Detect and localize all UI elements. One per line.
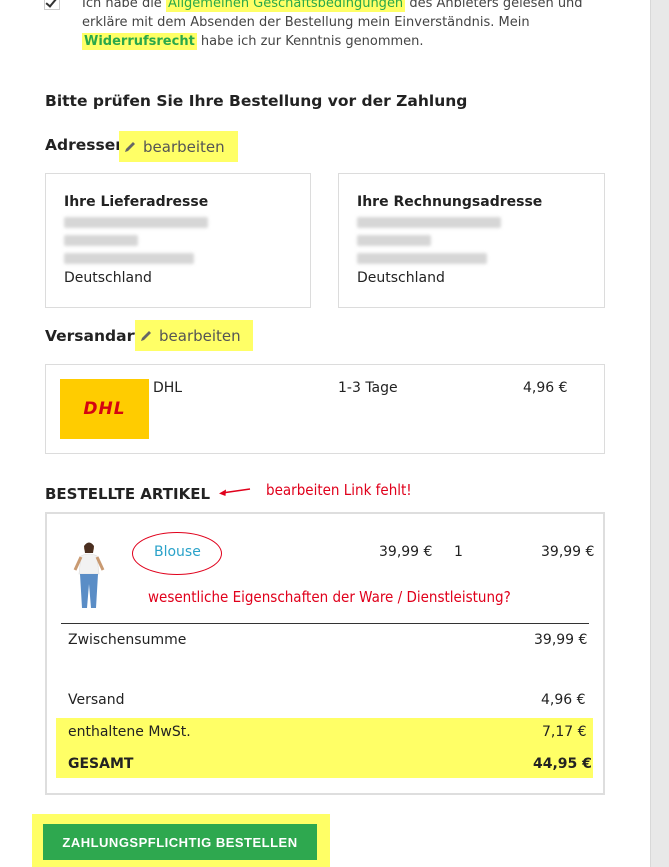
shipping-method-title: Versandart bbox=[45, 327, 142, 345]
checkout-page: Ich habe die Allgemeinen Geschäftsbeding… bbox=[0, 0, 650, 867]
widerrufsrecht-link[interactable]: Widerrufsrecht bbox=[82, 33, 197, 50]
address-name-redacted bbox=[357, 217, 501, 228]
review-title: Bitte prüfen Sie Ihre Bestellung vor der… bbox=[45, 92, 468, 110]
submit-order-button[interactable]: ZAHLUNGSPFLICHTIG BESTELLEN bbox=[43, 824, 317, 860]
agb-link[interactable]: Allgemeinen Geschäftsbedingungen bbox=[165, 0, 406, 12]
shipping-price: 4,96 € bbox=[523, 380, 568, 396]
address-name-redacted bbox=[64, 217, 208, 228]
delivery-time: 1-3 Tage bbox=[338, 380, 398, 396]
billing-address-box: Ihre Rechnungsadresse Deutschland bbox=[338, 173, 605, 308]
dhl-logo-text: DHL bbox=[83, 399, 126, 419]
product-image bbox=[73, 542, 105, 608]
shipping-country: Deutschland bbox=[64, 270, 152, 286]
billing-country: Deutschland bbox=[357, 270, 445, 286]
edit-shipping-link[interactable]: bearbeiten bbox=[135, 320, 253, 351]
item-properties-annotation: wesentliche Eigenschaften der Ware / Die… bbox=[148, 588, 511, 606]
consent-text: Ich habe die Allgemeinen Geschäftsbeding… bbox=[82, 0, 612, 51]
pencil-icon bbox=[141, 330, 151, 341]
totals-divider bbox=[61, 623, 589, 624]
edit-label: bearbeiten bbox=[159, 326, 241, 345]
addresses-title: Adressen bbox=[45, 136, 127, 154]
item-quantity: 1 bbox=[454, 544, 463, 560]
shipping-address-title: Ihre Lieferadresse bbox=[64, 194, 209, 210]
ordered-items-title: BESTELLTE ARTIKEL bbox=[45, 485, 211, 503]
item-unit-price: 39,99 € bbox=[379, 544, 433, 560]
carrier-name: DHL bbox=[153, 380, 183, 396]
address-city-redacted bbox=[64, 253, 194, 264]
edit-addresses-link[interactable]: bearbeiten bbox=[119, 131, 238, 162]
tax-label: enthaltene MwSt. bbox=[68, 724, 191, 740]
pencil-icon bbox=[125, 141, 135, 152]
item-link-blouse[interactable]: Blouse bbox=[154, 544, 201, 560]
item-total: 39,99 € bbox=[541, 544, 595, 560]
shipping-cost-label: Versand bbox=[68, 692, 125, 708]
scrollbar-track[interactable] bbox=[650, 0, 669, 867]
billing-address-title: Ihre Rechnungsadresse bbox=[357, 194, 543, 210]
address-street-redacted bbox=[64, 235, 138, 246]
missing-edit-link-annotation: bearbeiten Link fehlt! bbox=[266, 481, 412, 499]
shipping-address-box: Ihre Lieferadresse Deutschland bbox=[45, 173, 311, 308]
tax-value: 7,17 € bbox=[542, 724, 587, 740]
address-street-redacted bbox=[357, 235, 431, 246]
subtotal-value: 39,99 € bbox=[534, 632, 588, 648]
subtotal-label: Zwischensumme bbox=[68, 632, 187, 648]
dhl-logo: DHL bbox=[60, 379, 149, 439]
address-city-redacted bbox=[357, 253, 487, 264]
grand-total-label: GESAMT bbox=[68, 756, 134, 772]
shipping-cost-value: 4,96 € bbox=[541, 692, 586, 708]
edit-label: bearbeiten bbox=[143, 137, 225, 156]
grand-total-value: 44,95 € bbox=[533, 756, 592, 772]
annotation-arrow-icon bbox=[219, 488, 251, 496]
